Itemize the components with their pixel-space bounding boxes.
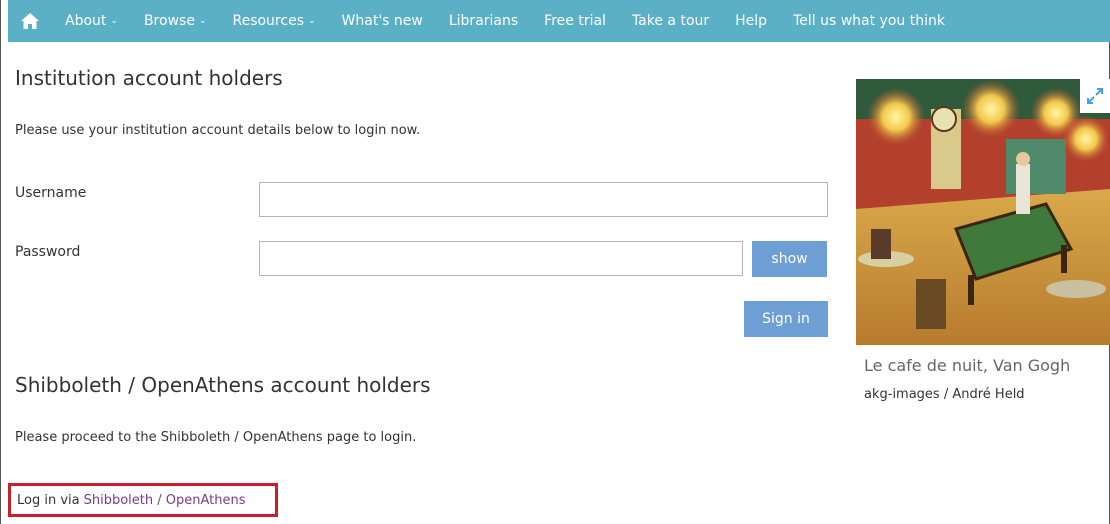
nav-about-label: About xyxy=(65,13,107,29)
nav-feedback[interactable]: Tell us what you think xyxy=(780,0,958,42)
nav-free-trial[interactable]: Free trial xyxy=(531,0,619,42)
home-icon xyxy=(21,13,39,29)
chevron-down-icon: ⌄ xyxy=(198,16,207,26)
nav-whats-new-label: What's new xyxy=(341,13,423,29)
shibboleth-login-link[interactable]: Shibboleth / OpenAthens xyxy=(84,493,246,508)
institution-title: Institution account holders xyxy=(15,66,283,90)
nav-home-button[interactable] xyxy=(8,0,52,42)
expand-image-button[interactable] xyxy=(1080,79,1110,113)
nav-feedback-label: Tell us what you think xyxy=(793,13,945,29)
shibboleth-login-highlight: Log in via Shibboleth / OpenAthens xyxy=(8,483,278,517)
expand-icon xyxy=(1087,88,1103,104)
nav-resources-label: Resources xyxy=(232,13,304,29)
nav-resources[interactable]: Resources ⌄ xyxy=(219,0,328,42)
nav-librarians[interactable]: Librarians xyxy=(436,0,531,42)
nav-browse[interactable]: Browse ⌄ xyxy=(131,0,220,42)
nav-whats-new[interactable]: What's new xyxy=(329,0,436,42)
artwork-image[interactable] xyxy=(856,79,1110,345)
artwork-caption: Le cafe de nuit, Van Gogh xyxy=(864,356,1071,375)
shibboleth-intro: Please proceed to the Shibboleth / OpenA… xyxy=(15,430,417,445)
login-via-text: Log in via xyxy=(17,492,80,508)
username-label: Username xyxy=(15,185,87,201)
chevron-down-icon: ⌄ xyxy=(307,16,316,26)
institution-intro: Please use your institution account deta… xyxy=(15,123,421,138)
nav-browse-label: Browse xyxy=(143,13,195,29)
nav-take-a-tour[interactable]: Take a tour xyxy=(619,0,722,42)
show-password-button[interactable]: show xyxy=(752,241,827,277)
top-navigation: About ⌄ Browse ⌄ Resources ⌄ What's new … xyxy=(8,0,1110,42)
nav-help-label: Help xyxy=(735,13,768,29)
nav-about[interactable]: About ⌄ xyxy=(52,0,131,42)
nav-take-a-tour-label: Take a tour xyxy=(631,13,710,29)
password-label: Password xyxy=(15,244,81,260)
sign-in-button[interactable]: Sign in xyxy=(744,301,828,337)
cafe-painting xyxy=(856,79,1110,345)
chevron-down-icon: ⌄ xyxy=(110,16,118,26)
artwork-credit: akg-images / André Held xyxy=(864,387,1025,402)
nav-help[interactable]: Help xyxy=(722,0,780,42)
username-input[interactable] xyxy=(259,182,828,217)
nav-free-trial-label: Free trial xyxy=(544,13,606,29)
shibboleth-title: Shibboleth / OpenAthens account holders xyxy=(15,373,431,397)
nav-librarians-label: Librarians xyxy=(448,13,519,29)
password-input[interactable] xyxy=(259,241,743,276)
